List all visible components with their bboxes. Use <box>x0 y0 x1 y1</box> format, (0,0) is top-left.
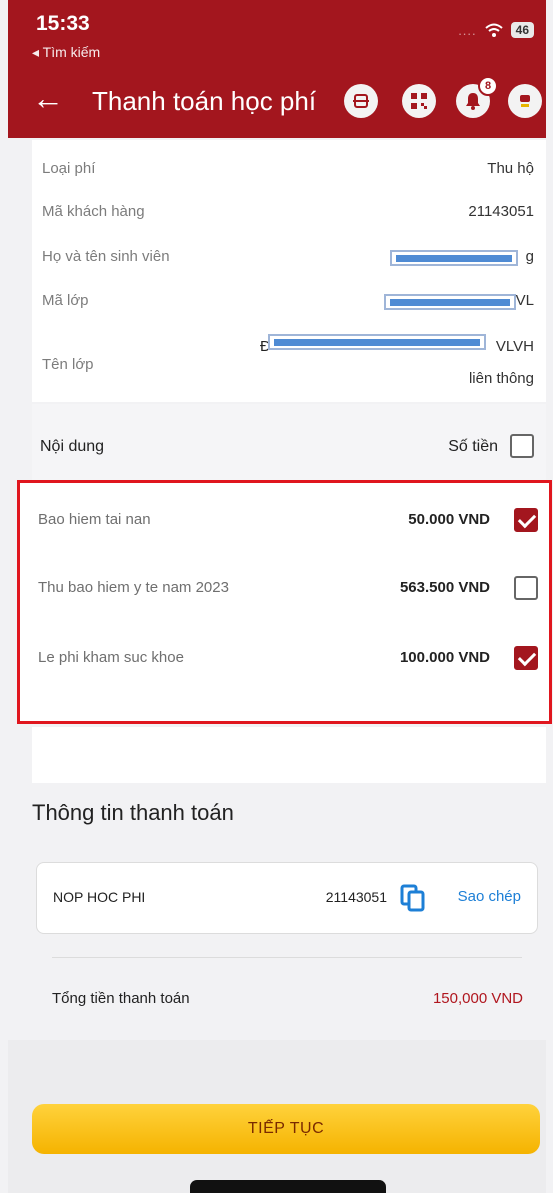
status-time: 15:33 <box>36 12 90 35</box>
scan-icon[interactable] <box>344 84 378 118</box>
fee-type-label: Loại phí <box>42 160 96 177</box>
fee-item-checkbox[interactable] <box>514 576 538 600</box>
class-name-line2: liên thông <box>468 370 534 387</box>
spacer <box>32 727 546 783</box>
student-name-value: g <box>525 248 534 265</box>
fee-item-name: Le phi kham suc khoe <box>38 649 184 666</box>
fee-items-box: Bao hiem tai nan 50.000 VND Thu bao hiem… <box>17 480 552 724</box>
app-header: 15:33 ◂ Tìm kiếm .... 46 ← Thanh toán họ… <box>8 0 546 138</box>
wifi-icon <box>484 23 503 37</box>
customer-code-value: 21143051 <box>468 203 534 220</box>
fee-type-value: Thu hộ <box>487 160 534 177</box>
divider <box>52 957 522 958</box>
copy-button[interactable]: Sao chép <box>458 888 521 905</box>
fee-item-amount: 563.500 VND <box>399 579 490 596</box>
copy-icon[interactable] <box>399 883 427 913</box>
redacted-student-name <box>390 250 518 266</box>
battery-icon: 46 <box>510 22 534 38</box>
amount-label: Số tiền <box>448 438 498 455</box>
signal-icon: .... <box>458 22 477 38</box>
content-header: Nội dung Số tiền <box>32 404 546 480</box>
class-name-label: Tên lớp <box>42 356 94 373</box>
total-label: Tổng tiền thanh toán <box>52 990 190 1007</box>
fee-item-amount: 50.000 VND <box>408 511 490 528</box>
continue-button[interactable]: TIẾP TỤC <box>32 1104 540 1154</box>
class-name-suffix: VLVH <box>495 338 534 355</box>
fee-item-name: Thu bao hiem y te nam 2023 <box>38 579 229 596</box>
redacted-class-name <box>268 334 486 350</box>
select-all-checkbox[interactable] <box>510 434 534 458</box>
payment-info-title: Thông tin thanh toán <box>32 800 234 825</box>
fee-item-amount: 100.000 VND <box>399 649 490 666</box>
content-label: Nội dung <box>40 438 105 455</box>
status-indicators: .... 46 <box>458 22 534 38</box>
fee-item-checkbox[interactable] <box>514 646 538 670</box>
back-to-app-link[interactable]: ◂ Tìm kiếm <box>32 44 100 61</box>
class-code-value: VL <box>515 292 534 309</box>
home-indicator <box>190 1180 386 1193</box>
notification-bell-icon[interactable]: 8 <box>456 76 498 118</box>
profile-icon[interactable] <box>508 84 542 118</box>
fee-item-row: Bao hiem tai nan 50.000 VND <box>38 505 538 537</box>
redacted-class-code <box>384 294 516 310</box>
qr-code-icon[interactable] <box>402 84 436 118</box>
class-code-label: Mã lớp <box>42 292 89 309</box>
payment-code: 21143051 <box>325 889 387 905</box>
student-info-card: Loại phí Thu hộ Mã khách hàng 21143051 H… <box>32 140 546 402</box>
fee-item-name: Bao hiem tai nan <box>38 511 151 528</box>
student-name-label: Họ và tên sinh viên <box>42 248 170 265</box>
notification-badge: 8 <box>478 76 498 96</box>
fee-item-row: Le phi kham suc khoe 100.000 VND <box>38 643 538 675</box>
customer-code-label: Mã khách hàng <box>42 203 145 220</box>
back-arrow-icon[interactable]: ← <box>32 80 64 116</box>
page-title: Thanh toán học phí <box>92 86 317 116</box>
total-value: 150,000 VND <box>432 990 523 1007</box>
payment-description: NOP HOC PHI <box>53 889 146 905</box>
fee-item-row: Thu bao hiem y te nam 2023 563.500 VND <box>38 573 538 605</box>
fee-item-checkbox[interactable] <box>514 508 538 532</box>
payment-reference-card: NOP HOC PHI 21143051 Sao chép <box>36 862 538 934</box>
